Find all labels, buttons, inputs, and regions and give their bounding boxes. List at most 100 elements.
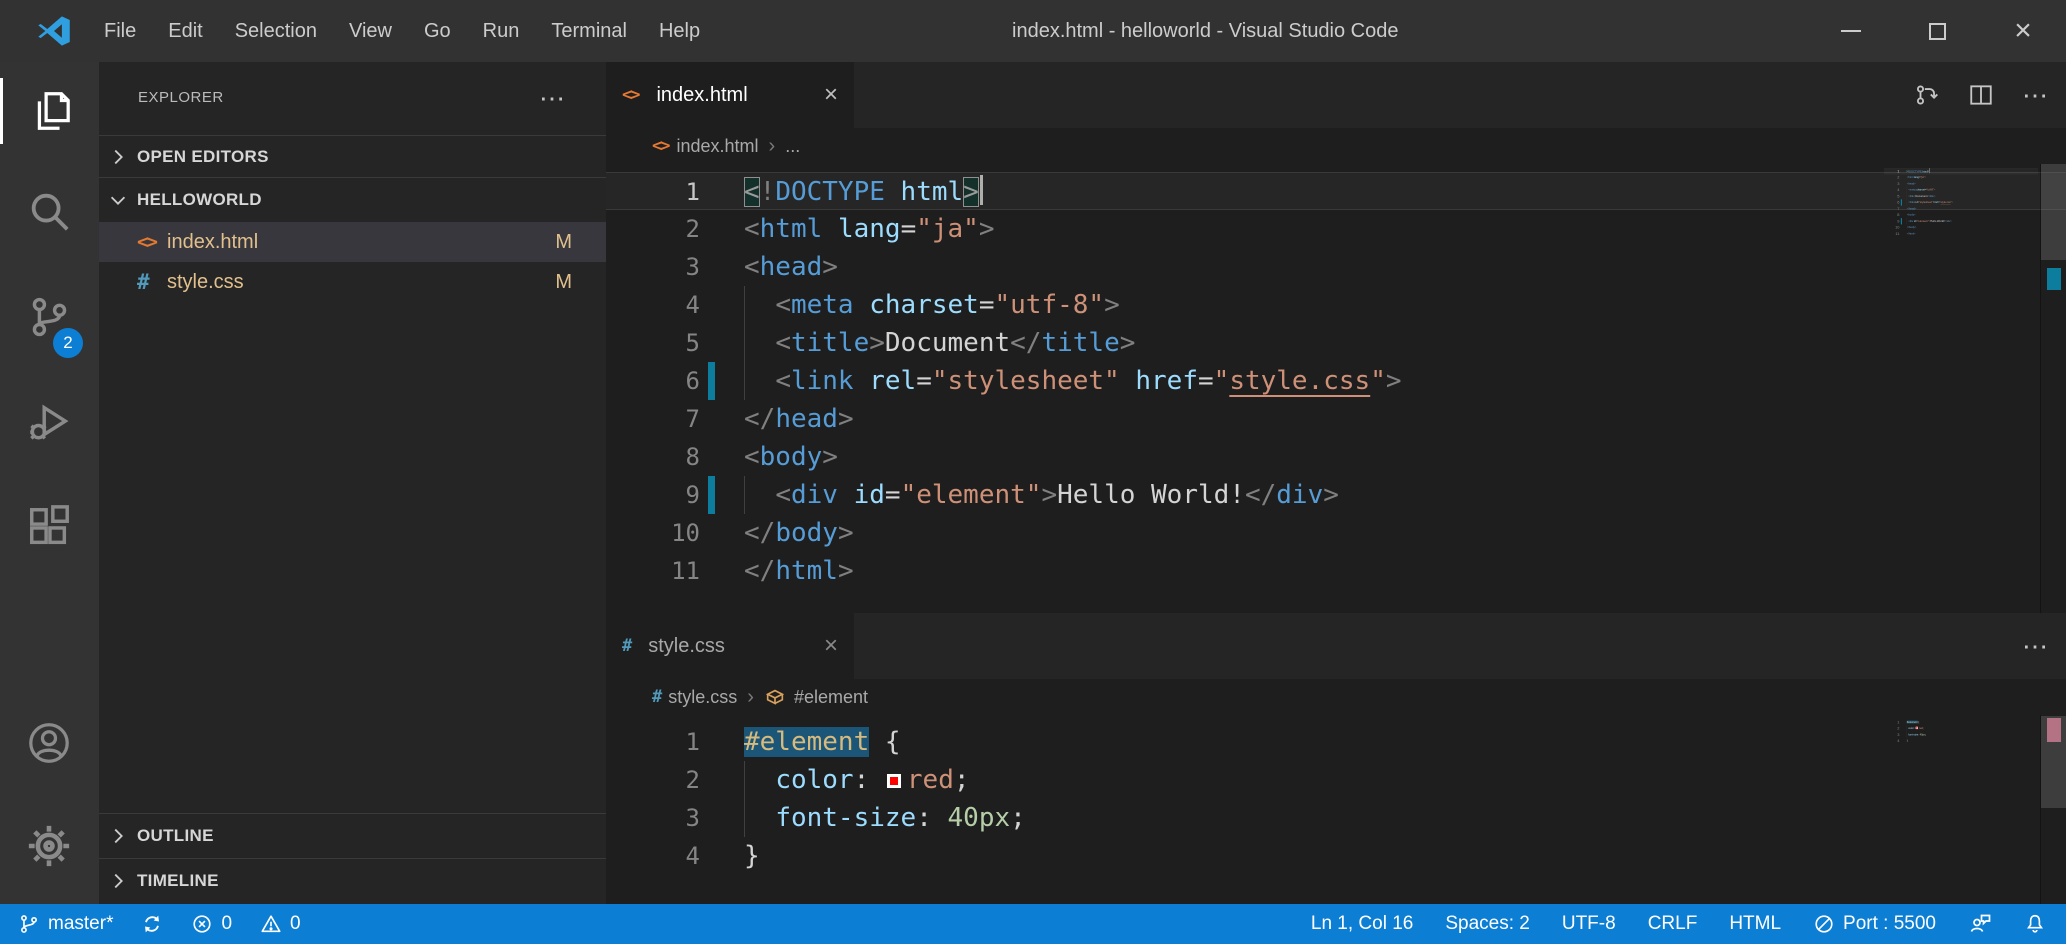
- code-line[interactable]: 7</head>: [606, 400, 2066, 438]
- code-line[interactable]: 1#element {: [606, 723, 2066, 761]
- maximize-icon[interactable]: [1894, 0, 1980, 62]
- line-content[interactable]: <head>: [744, 248, 838, 286]
- account-icon[interactable]: [26, 720, 72, 766]
- color-swatch-red[interactable]: [887, 774, 901, 788]
- code-line[interactable]: 10 </body>: [606, 514, 2066, 552]
- breadcrumb-file[interactable]: style.css: [668, 687, 737, 708]
- code-line[interactable]: 4}: [606, 837, 2066, 875]
- minimize-icon[interactable]: [1808, 0, 1894, 62]
- code-line[interactable]: 3 font-size: 40px;: [606, 799, 2066, 837]
- sync-icon: [141, 913, 163, 935]
- gutter-spacer: [708, 324, 715, 362]
- files-icon[interactable]: [26, 88, 72, 134]
- minimap[interactable]: 1<!DOCTYPE html>2<html lang="ja">3<head>…: [1884, 168, 2038, 288]
- line-content[interactable]: <meta charset="utf-8">: [744, 286, 1120, 324]
- ellipsis-icon[interactable]: [2022, 85, 2048, 105]
- scrollbar[interactable]: [2040, 164, 2066, 613]
- indent-guide: [744, 761, 745, 799]
- code-editor-css[interactable]: 1#element {2 color: red;3 font-size: 40p…: [606, 715, 2066, 904]
- line-number: 10: [606, 514, 700, 552]
- status-git-branch[interactable]: master*: [18, 913, 113, 935]
- close-window-icon[interactable]: ×: [1980, 0, 2066, 62]
- gutter-spacer: [708, 514, 715, 552]
- status-language-mode[interactable]: HTML: [1729, 913, 1781, 935]
- scrollbar[interactable]: [2040, 715, 2066, 904]
- status-feedback[interactable]: [1968, 912, 1992, 936]
- line-content[interactable]: <div id="element">Hello World!</div>: [744, 476, 1339, 514]
- code-line[interactable]: 1<!DOCTYPE html>: [606, 172, 2066, 210]
- menu-go[interactable]: Go: [408, 0, 467, 62]
- breadcrumb-tail[interactable]: ...: [785, 136, 800, 157]
- breadcrumb-symbol[interactable]: #element: [794, 687, 868, 708]
- menu-run[interactable]: Run: [467, 0, 536, 62]
- split-editor-icon[interactable]: [1968, 82, 1994, 108]
- gutter-spacer: [708, 248, 715, 286]
- gear-icon[interactable]: [26, 823, 72, 869]
- file-item-index.html[interactable]: <>index.htmlM: [99, 222, 606, 262]
- line-content[interactable]: <body>: [744, 438, 838, 476]
- minimap[interactable]: 1#element {2 color: red;3 font-size: 40p…: [1884, 719, 2038, 764]
- editor-area: <> index.html <> index.html ... 1: [606, 62, 2066, 904]
- ellipsis-icon[interactable]: [2022, 636, 2048, 656]
- menu-file[interactable]: File: [88, 0, 152, 62]
- close-icon[interactable]: [824, 83, 838, 107]
- tab-style-css[interactable]: # style.css: [606, 613, 854, 679]
- status-warnings[interactable]: 0: [260, 913, 301, 935]
- status-label: Port : 5500: [1843, 913, 1936, 935]
- line-content[interactable]: }: [744, 837, 760, 875]
- chevron-right-icon: [747, 686, 754, 709]
- breadcrumb: <> index.html ...: [606, 128, 2066, 164]
- gutter-spacer: [708, 210, 715, 248]
- menu-selection[interactable]: Selection: [219, 0, 333, 62]
- status-encoding[interactable]: UTF-8: [1562, 913, 1616, 935]
- status-sync[interactable]: [141, 913, 163, 935]
- section-outline[interactable]: OUTLINE: [99, 813, 606, 858]
- open-changes-icon[interactable]: [1914, 82, 1940, 108]
- code-line[interactable]: 8<body>: [606, 438, 2066, 476]
- line-content[interactable]: color: red;: [744, 761, 970, 799]
- menu-terminal[interactable]: Terminal: [535, 0, 643, 62]
- section-folder[interactable]: HELLOWORLD: [99, 177, 606, 222]
- editor-group-css: # style.css # style.css #element 1#eleme…: [606, 613, 2066, 904]
- tab-index-html[interactable]: <> index.html: [606, 62, 854, 128]
- close-icon[interactable]: [824, 634, 838, 658]
- line-content[interactable]: <link rel="stylesheet" href="style.css">: [744, 362, 1402, 400]
- code-line[interactable]: 3 <head>: [606, 248, 2066, 286]
- debug-icon[interactable]: [26, 400, 72, 446]
- menu-view[interactable]: View: [333, 0, 408, 62]
- code-line[interactable]: 2 color: red;: [606, 761, 2066, 799]
- code-line[interactable]: 2<html lang="ja">: [606, 210, 2066, 248]
- code-line[interactable]: 4 <meta charset="utf-8">: [606, 286, 2066, 324]
- chevron-right-icon: [107, 870, 129, 892]
- section-open-editors[interactable]: OPEN EDITORS: [99, 135, 606, 177]
- status-notifications[interactable]: [2024, 913, 2046, 935]
- menu-edit[interactable]: Edit: [152, 0, 218, 62]
- code-line[interactable]: 5 <title>Document</title>: [606, 324, 2066, 362]
- line-content[interactable]: <title>Document</title>: [744, 324, 1135, 362]
- title-bar: FileEditSelectionViewGoRunTerminalHelp i…: [0, 0, 2066, 62]
- line-content[interactable]: <!DOCTYPE html>: [744, 173, 983, 209]
- status-eol[interactable]: CRLF: [1648, 913, 1698, 935]
- status-cursor-position[interactable]: Ln 1, Col 16: [1311, 913, 1413, 935]
- ellipsis-icon[interactable]: [539, 88, 565, 108]
- line-content[interactable]: </body>: [744, 514, 854, 552]
- line-content[interactable]: </html>: [744, 552, 854, 590]
- breadcrumb-file[interactable]: index.html: [676, 136, 758, 157]
- extensions-icon[interactable]: [26, 504, 72, 550]
- line-content[interactable]: font-size: 40px;: [744, 799, 1026, 837]
- search-icon[interactable]: [26, 188, 72, 234]
- line-number: 3: [606, 248, 700, 286]
- line-content[interactable]: #element {: [744, 723, 901, 761]
- line-content[interactable]: <html lang="ja">: [744, 210, 995, 248]
- code-line[interactable]: 11</html>: [606, 552, 2066, 590]
- menu-help[interactable]: Help: [643, 0, 716, 62]
- line-content[interactable]: </head>: [744, 400, 854, 438]
- file-item-style.css[interactable]: #style.cssM: [99, 262, 606, 302]
- status-errors[interactable]: 0: [191, 913, 232, 935]
- code-line[interactable]: 6 <link rel="stylesheet" href="style.css…: [606, 362, 2066, 400]
- status-live-server-port[interactable]: Port : 5500: [1813, 913, 1936, 935]
- section-timeline[interactable]: TIMELINE: [99, 858, 606, 902]
- code-editor-html[interactable]: 1<!DOCTYPE html>2<html lang="ja">3 <head>…: [606, 164, 2066, 613]
- status-indentation[interactable]: Spaces: 2: [1445, 913, 1530, 935]
- code-line[interactable]: 9 <div id="element">Hello World!</div>: [606, 476, 2066, 514]
